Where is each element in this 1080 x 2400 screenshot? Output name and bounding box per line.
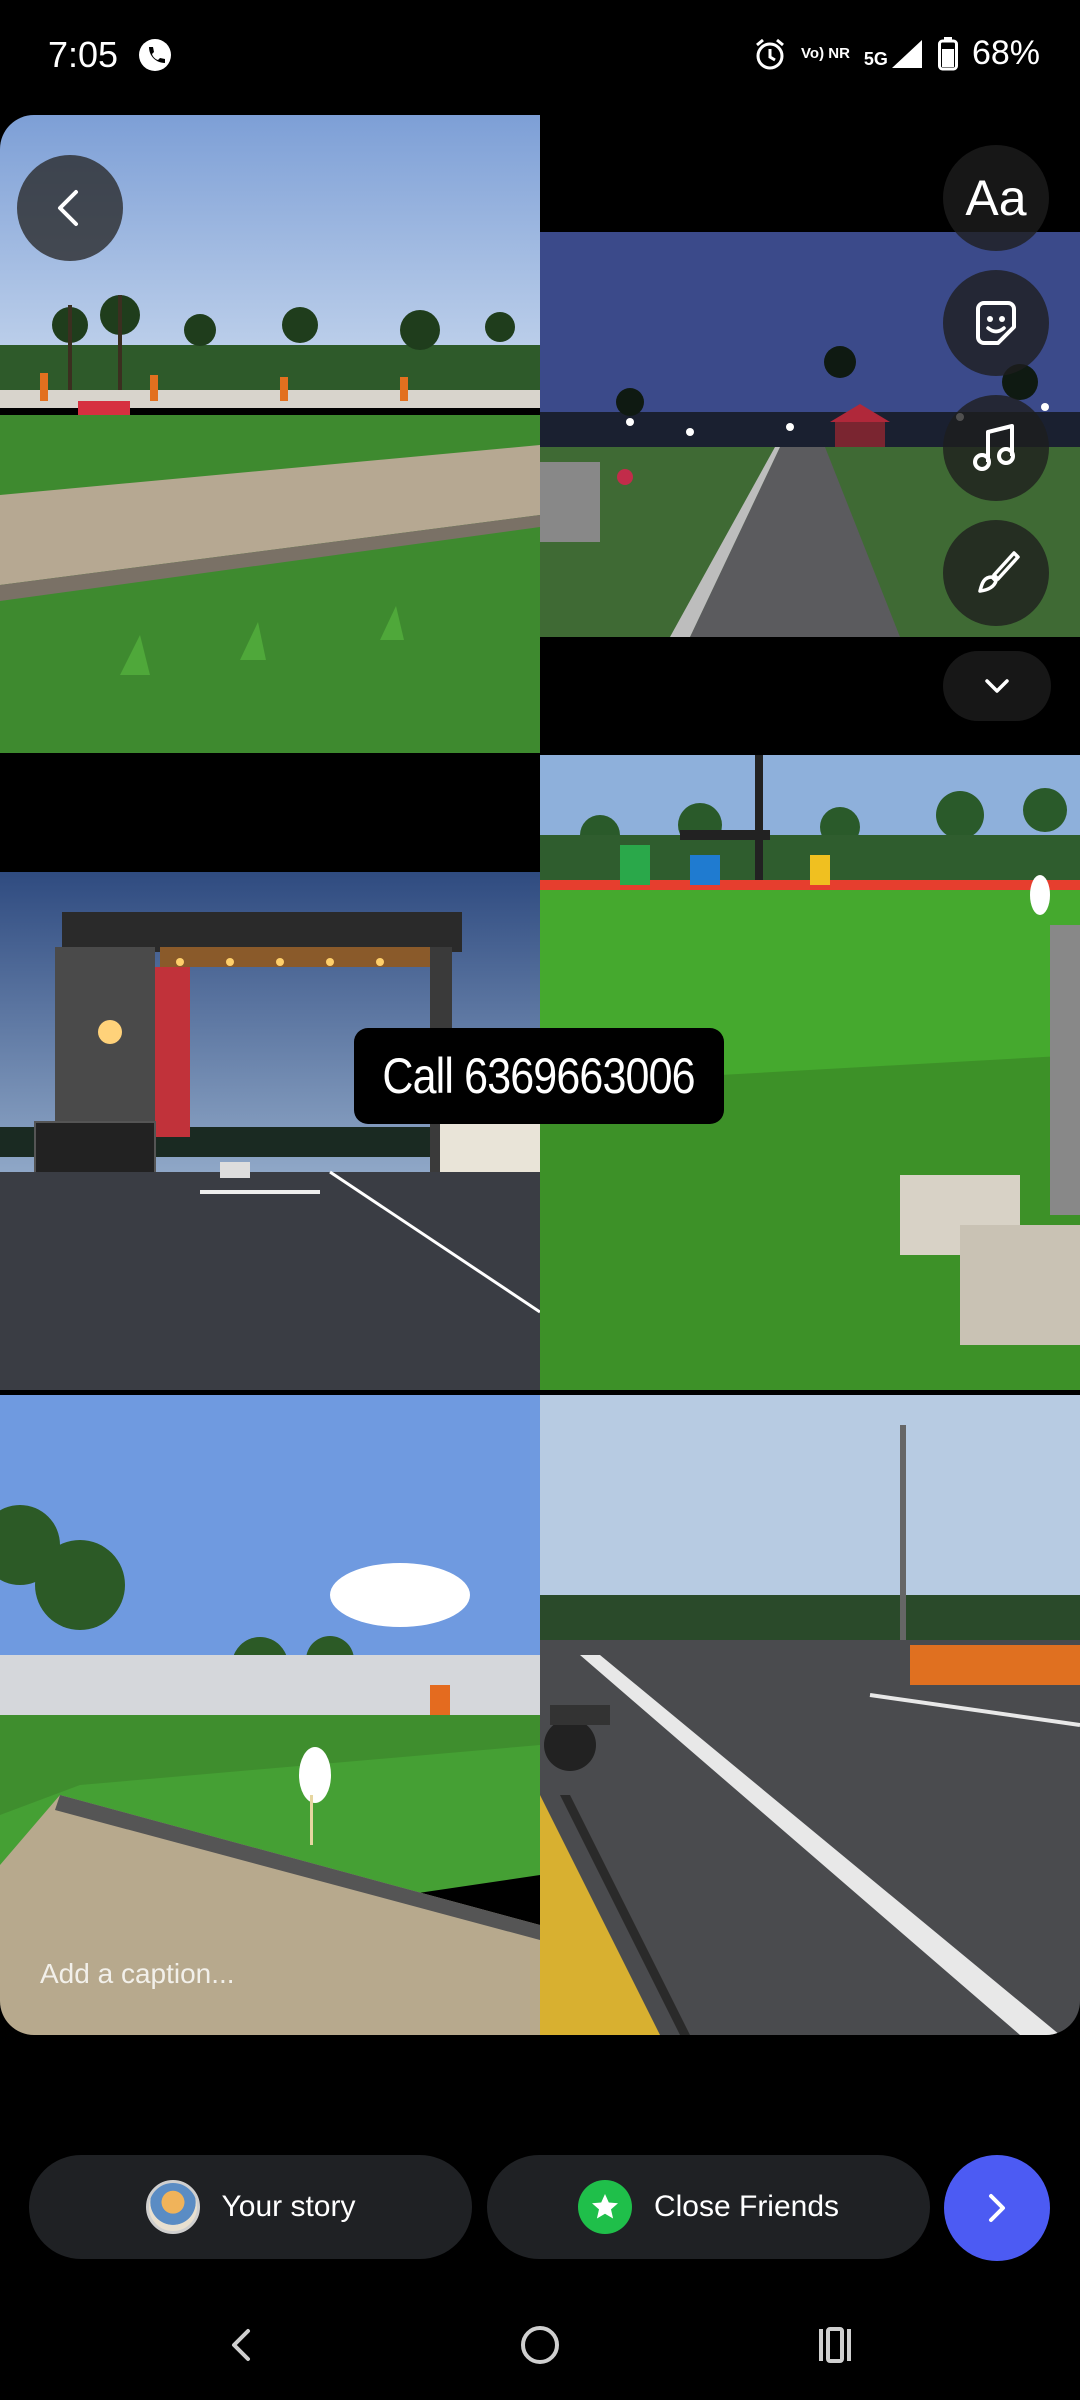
status-bar: 7:05 Vo) NR 5G 68%	[0, 0, 1080, 110]
avatar	[145, 2180, 200, 2234]
chevron-down-icon	[985, 679, 1009, 693]
next-button[interactable]	[944, 2155, 1050, 2261]
music-icon	[973, 424, 1015, 471]
sticker-tool-button[interactable]	[943, 270, 1049, 376]
text-tool-button[interactable]: Aa	[943, 145, 1049, 251]
chevron-right-icon	[989, 2194, 1005, 2222]
battery-percent: 68%	[971, 34, 1040, 72]
text-sticker[interactable]: Call 6369663006	[354, 1028, 724, 1124]
text-sticker-label: Call 6369663006	[382, 1048, 696, 1104]
music-tool-button[interactable]	[943, 395, 1049, 501]
chevron-left-icon	[58, 190, 78, 226]
system-nav-bar	[0, 2285, 1080, 2400]
photo-entrance-gate	[0, 872, 540, 1390]
nav-back-button[interactable]	[202, 2305, 282, 2385]
nav-home-icon	[521, 2326, 559, 2364]
alarm-icon	[756, 38, 784, 69]
nav-back-icon	[232, 2329, 250, 2361]
photo-road-motorbike	[540, 1395, 1080, 2035]
5g-signal-icon: 5G	[864, 38, 924, 70]
back-button[interactable]	[17, 155, 123, 261]
photo-paved-path-bird	[0, 1395, 540, 2035]
volte-nr-icon: Vo) NR	[801, 45, 850, 62]
battery-icon	[937, 36, 958, 70]
more-tools-button[interactable]	[943, 651, 1051, 721]
star-icon	[577, 2180, 632, 2234]
nav-recents-icon	[819, 2327, 851, 2363]
close-friends-button[interactable]: Close Friends	[487, 2155, 930, 2259]
your-story-button[interactable]: Your story	[29, 2155, 472, 2259]
status-icons: Vo) NR 5G 68%	[753, 34, 1040, 73]
sticker-icon	[976, 301, 1016, 345]
caption-input[interactable]: Add a caption...	[40, 1958, 235, 1990]
nav-home-button[interactable]	[500, 2305, 580, 2385]
your-story-label: Your story	[221, 2190, 356, 2223]
text-icon: Aa	[965, 170, 1027, 226]
draw-tool-button[interactable]	[943, 520, 1049, 626]
status-time: 7:05	[48, 34, 119, 75]
close-friends-label: Close Friends	[653, 2190, 840, 2223]
phone-call-icon	[139, 39, 171, 71]
nav-recents-button[interactable]	[795, 2305, 875, 2385]
draw-icon	[978, 551, 1020, 593]
